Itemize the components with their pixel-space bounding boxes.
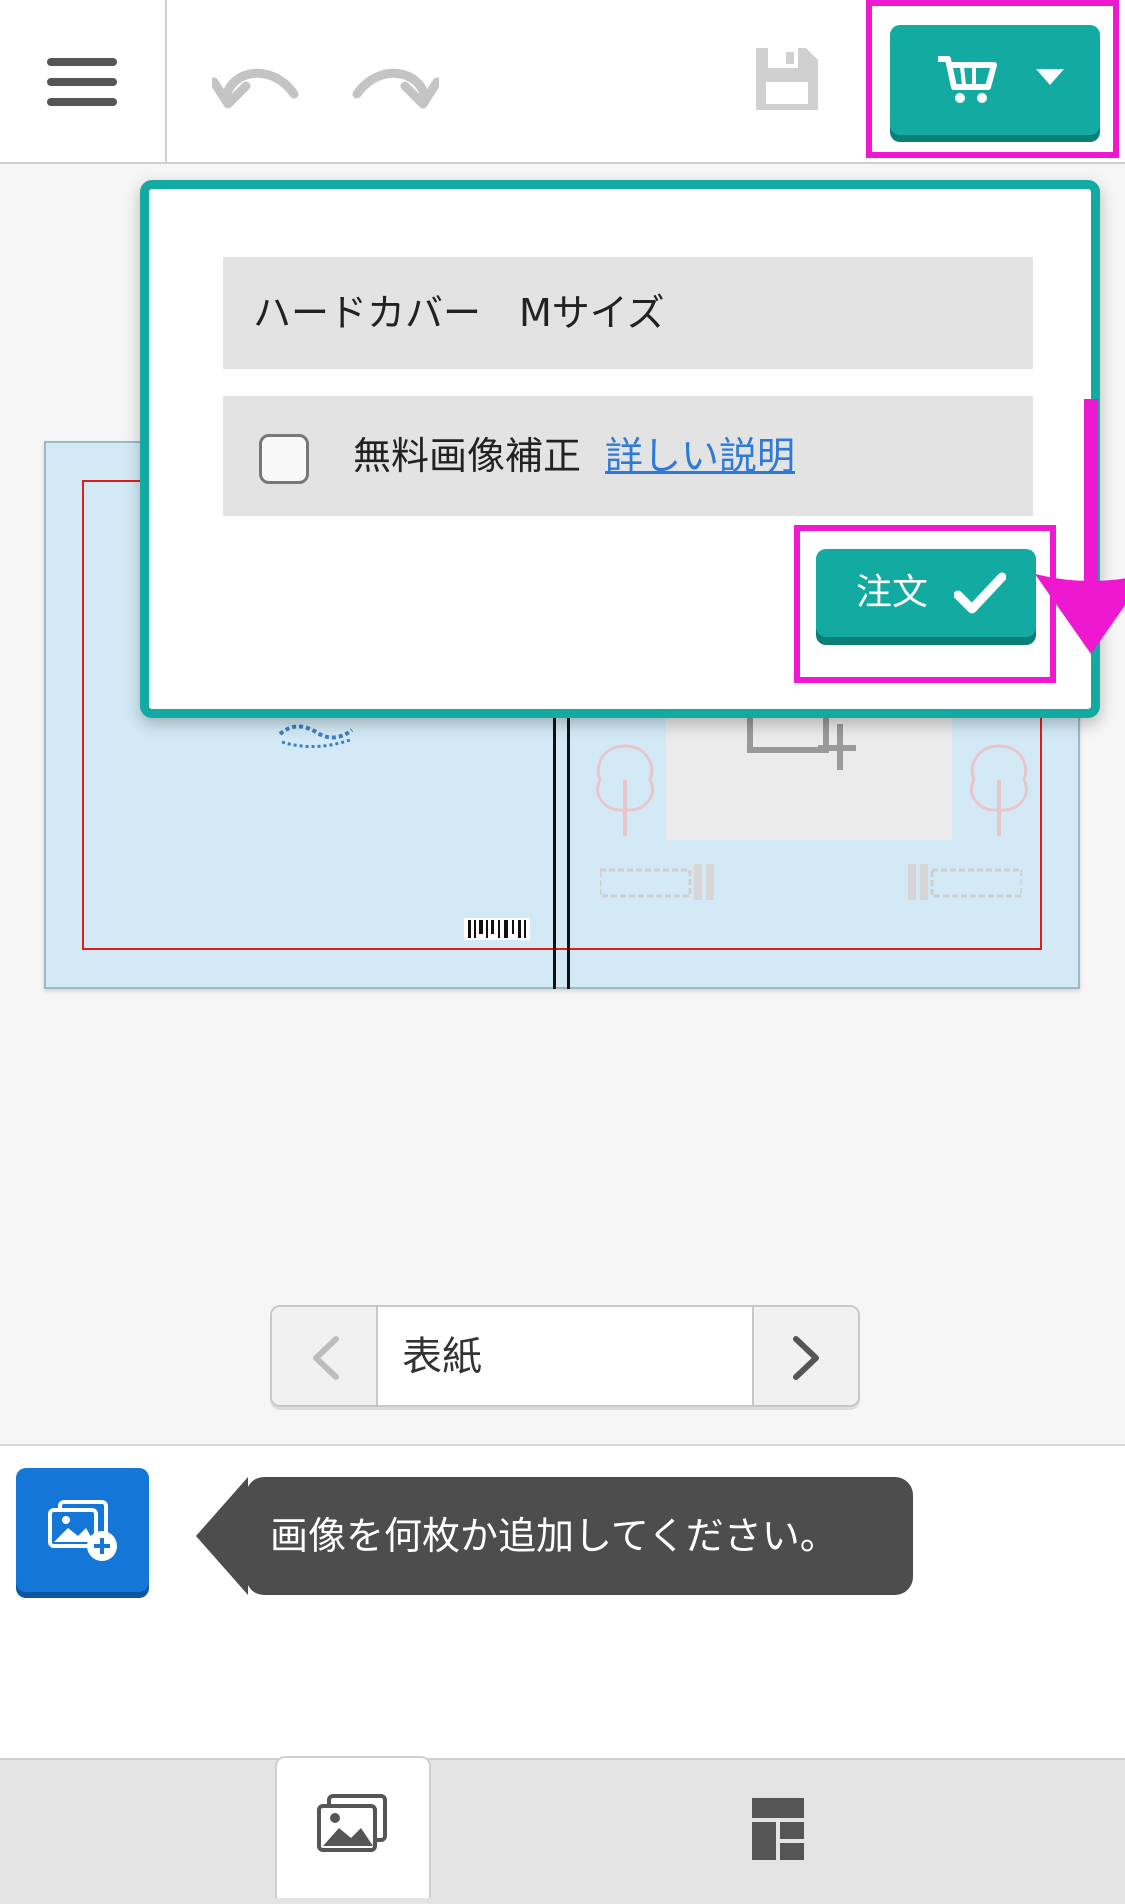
menu-button[interactable] xyxy=(0,0,167,162)
caret-down-icon xyxy=(1036,69,1064,85)
fence-decoration-left-icon xyxy=(600,864,714,900)
cart-button[interactable] xyxy=(890,25,1100,135)
annotation-arrow-head-icon xyxy=(1035,574,1125,654)
product-name: ハードカバー Mサイズ xyxy=(223,257,1033,369)
add-images-button[interactable] xyxy=(16,1468,149,1592)
cart-icon xyxy=(938,56,997,103)
chevron-left-icon xyxy=(313,1336,339,1380)
hint-tooltip: 画像を何枚か追加してください。 xyxy=(246,1477,913,1595)
next-page-button[interactable] xyxy=(752,1307,858,1405)
tab-photos[interactable] xyxy=(275,1756,431,1898)
undo-icon[interactable] xyxy=(212,52,304,116)
layout-grid-icon xyxy=(752,1798,804,1860)
cover-logo-icon xyxy=(278,724,354,749)
annotation-arrow-shaft xyxy=(1084,399,1098,599)
hint-text: 画像を何枚か追加してください。 xyxy=(270,1514,838,1558)
bottom-tab-bar xyxy=(0,1758,1125,1904)
fence-decoration-right-icon xyxy=(908,864,1022,900)
save-icon[interactable] xyxy=(752,44,822,114)
add-images-icon xyxy=(48,1500,117,1561)
redo-icon[interactable] xyxy=(347,52,439,116)
tab-layout[interactable] xyxy=(690,1772,865,1884)
hint-tooltip-pointer xyxy=(196,1477,248,1595)
image-correction-label: 無料画像補正 xyxy=(353,434,582,478)
checkmark-icon xyxy=(954,572,1006,614)
add-photo-icon xyxy=(747,710,856,770)
details-link[interactable]: 詳しい説明 xyxy=(605,396,795,516)
order-button-label: 注文 xyxy=(856,572,929,613)
tree-decoration-right-icon xyxy=(970,744,1028,836)
image-correction-option[interactable]: 無料画像補正 詳しい説明 xyxy=(223,396,1033,516)
prev-page-button[interactable] xyxy=(272,1307,378,1405)
barcode-icon xyxy=(464,918,530,940)
page-navigator: 表紙 xyxy=(270,1305,860,1407)
photos-icon xyxy=(317,1794,387,1852)
tree-decoration-left-icon xyxy=(596,744,654,836)
order-button[interactable]: 注文 xyxy=(816,549,1036,637)
chevron-right-icon xyxy=(793,1336,819,1380)
current-page-label: 表紙 xyxy=(402,1334,482,1380)
order-popup: ハードカバー Mサイズ 無料画像補正 詳しい説明 注文 xyxy=(140,180,1125,718)
image-correction-checkbox[interactable] xyxy=(259,434,309,484)
